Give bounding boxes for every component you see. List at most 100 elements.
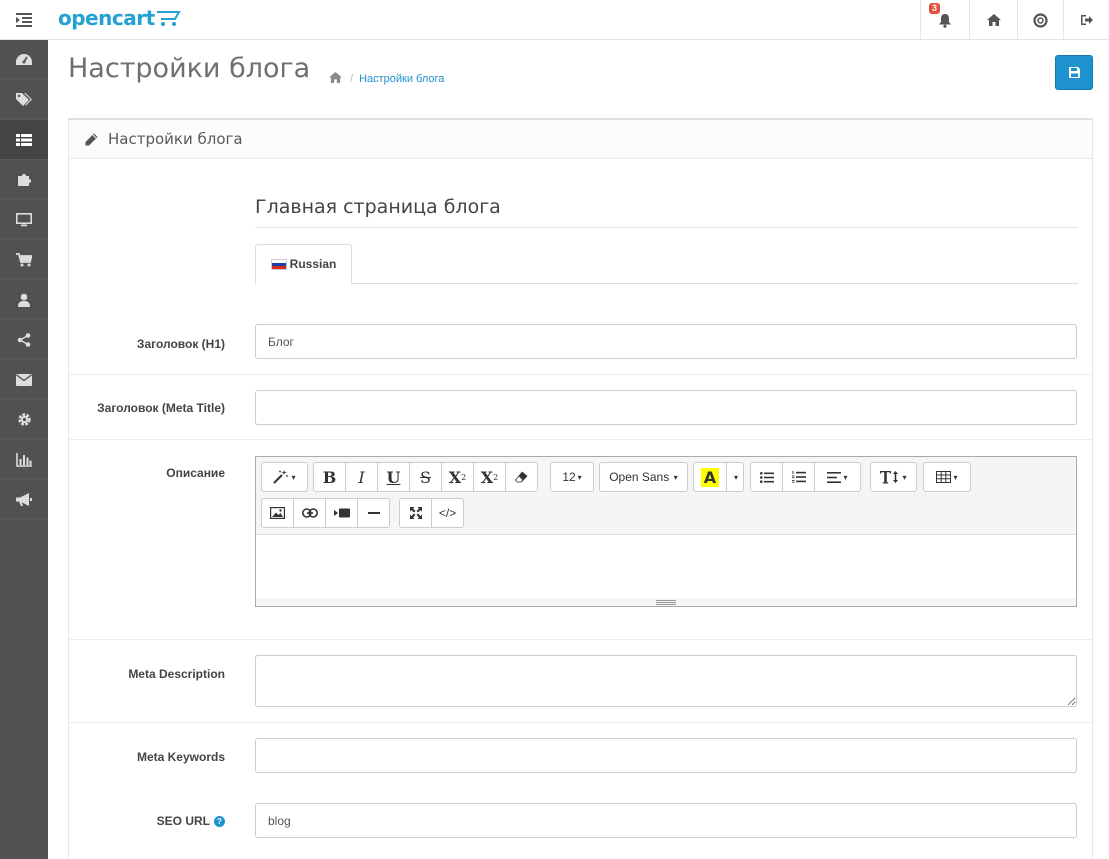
superscript-icon: X	[448, 467, 462, 487]
page-title: Настройки блога	[68, 53, 311, 84]
breadcrumb-separator: /	[350, 73, 354, 85]
clear-format-button[interactable]	[505, 462, 538, 492]
dashboard-icon	[16, 53, 32, 65]
sidebar-item-marketing[interactable]	[0, 480, 48, 520]
sidebar-item-sales[interactable]	[0, 240, 48, 280]
unordered-list-button[interactable]	[750, 462, 783, 492]
style-button[interactable]: ▾	[261, 462, 308, 492]
insert-link-button[interactable]	[293, 498, 326, 528]
russia-flag-icon	[270, 258, 287, 270]
line-height-button[interactable]: ▾	[870, 462, 917, 492]
sidebar-item-blog[interactable]	[0, 120, 48, 160]
bold-button[interactable]: B	[313, 462, 346, 492]
share-icon	[17, 332, 31, 347]
h1-label: Заголовок (H1)	[136, 337, 225, 351]
sidebar-item-reports[interactable]	[0, 440, 48, 480]
table-button[interactable]: ▾	[923, 462, 971, 492]
h1-input[interactable]	[255, 324, 1077, 359]
strikethrough-button[interactable]: S	[409, 462, 442, 492]
meta-description-textarea[interactable]	[255, 655, 1077, 707]
insert-image-button[interactable]	[261, 498, 294, 528]
sidebar-item-extensions[interactable]	[0, 160, 48, 200]
italic-button[interactable]: I	[345, 462, 378, 492]
sidebar-item-marketing-share[interactable]	[0, 320, 48, 360]
bold-icon: B	[322, 467, 337, 487]
sidebar-item-catalog[interactable]	[0, 80, 48, 120]
meta-description-label: Meta Description	[128, 667, 225, 681]
horizontal-rule-button[interactable]	[357, 498, 390, 528]
form-group-seo-url: SEO URL?	[69, 787, 1092, 857]
puzzle-icon	[17, 174, 31, 186]
notification-badge: 3	[929, 3, 941, 14]
color-dropdown-button[interactable]: ▾	[726, 462, 744, 492]
text-height-icon	[880, 471, 899, 484]
section-title: Главная страница блога	[255, 196, 1078, 228]
list-group: ▾	[750, 462, 861, 492]
fullscreen-button[interactable]	[399, 498, 432, 528]
form-group-meta-description: Meta Description	[69, 639, 1092, 722]
insert-group	[261, 498, 390, 528]
link-icon	[301, 508, 318, 518]
notifications-button[interactable]: 3	[920, 0, 969, 40]
breadcrumb: / Настройки блога	[329, 72, 444, 86]
pencil-icon	[85, 133, 98, 145]
bullhorn-icon	[16, 492, 32, 506]
question-circle-icon[interactable]: ?	[214, 816, 225, 827]
style-group: ▾	[261, 462, 308, 492]
table-icon	[936, 471, 952, 483]
numbered-list-icon	[791, 471, 806, 483]
help-button[interactable]	[1017, 0, 1063, 40]
ordered-list-button[interactable]	[782, 462, 815, 492]
meta-keywords-input[interactable]	[255, 738, 1077, 773]
line-height-group: ▾	[870, 462, 917, 492]
font-size-dropdown[interactable]: 12 ▾	[550, 462, 594, 492]
sidebar-item-mail[interactable]	[0, 360, 48, 400]
chevron-down-icon: ▾	[843, 472, 848, 482]
sidebar-item-design[interactable]	[0, 200, 48, 240]
meta-title-label: Заголовок (Meta Title)	[97, 401, 225, 415]
menu-toggle-button[interactable]	[0, 0, 48, 40]
breadcrumb-home-link[interactable]	[329, 72, 342, 86]
video-icon	[333, 508, 350, 518]
sidebar-item-dashboard[interactable]	[0, 40, 48, 80]
meta-title-input[interactable]	[255, 390, 1077, 425]
text-color-button[interactable]: A	[693, 462, 727, 492]
font-family-dropdown[interactable]: Open Sans ▾	[599, 462, 688, 492]
font-style-group: B I U S X2 X2	[313, 462, 538, 492]
strikethrough-icon: S	[420, 467, 431, 487]
save-button[interactable]	[1055, 55, 1093, 90]
store-home-button[interactable]	[969, 0, 1017, 40]
code-view-button[interactable]: </>	[431, 498, 464, 528]
insert-video-button[interactable]	[325, 498, 358, 528]
minus-icon	[367, 511, 380, 514]
bullet-list-icon	[759, 471, 774, 483]
form-group-h1: Заголовок (H1)	[69, 323, 1092, 374]
life-ring-icon	[1033, 12, 1048, 28]
underline-button[interactable]: U	[377, 462, 410, 492]
picture-icon	[270, 507, 285, 519]
bar-chart-icon	[16, 452, 32, 467]
language-tabs: Russian	[255, 244, 1078, 284]
grip-icon	[656, 599, 676, 605]
bell-icon	[939, 13, 951, 28]
sidebar-item-customers[interactable]	[0, 280, 48, 320]
editor-content-area[interactable]	[256, 535, 1076, 599]
tab-russian[interactable]: Russian	[255, 244, 352, 284]
opencart-logo[interactable]: opencart	[58, 4, 181, 32]
subscript-button[interactable]: X2	[473, 462, 506, 492]
breadcrumb-link-blog-settings[interactable]: Настройки блога	[359, 73, 444, 85]
form-group-meta-title: Заголовок (Meta Title)	[69, 374, 1092, 439]
superscript-button[interactable]: X2	[441, 462, 474, 492]
sidebar-item-settings[interactable]	[0, 400, 48, 440]
logout-button[interactable]	[1063, 0, 1109, 40]
seo-url-input[interactable]	[255, 803, 1077, 838]
font-size-group: 12 ▾	[550, 462, 594, 492]
editor-resize-handle[interactable]	[256, 598, 1076, 606]
code-icon: </>	[438, 506, 457, 520]
top-header: opencart 3	[0, 0, 1109, 40]
seo-url-label-wrap: SEO URL?	[157, 814, 225, 828]
paragraph-align-button[interactable]: ▾	[814, 462, 861, 492]
meta-keywords-label: Meta Keywords	[136, 750, 225, 764]
home-icon	[986, 14, 1001, 26]
chevron-down-icon: ▾	[291, 472, 296, 482]
